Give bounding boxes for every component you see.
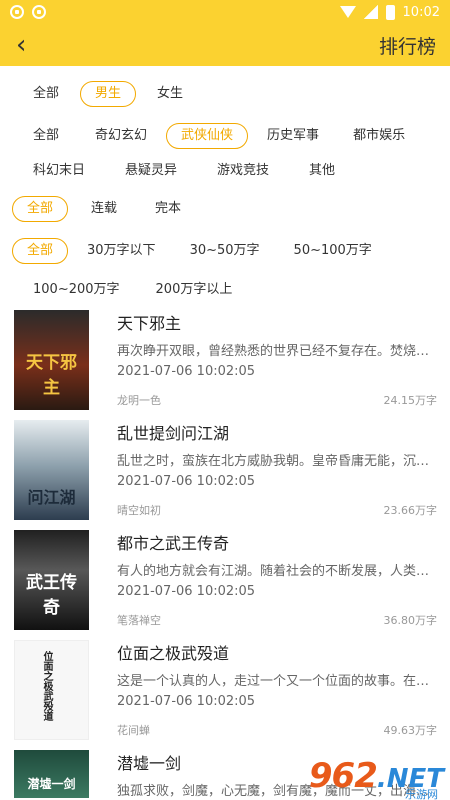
- book-update-time: 2021-07-06 10:02:05: [117, 584, 256, 599]
- book-title: 位面之极武殁道: [117, 644, 230, 663]
- book-item[interactable]: 天下邪主 天下邪主 再次睁开双眼，曾经熟悉的世界已经不复存在。焚烧一切... 2…: [0, 306, 450, 416]
- book-author: 笔落禅空: [117, 614, 161, 627]
- words-filter-row-2: 100~200万字 200万字以上: [0, 272, 450, 308]
- filter-category-scifi[interactable]: 科幻末日: [18, 158, 100, 184]
- status-bar: 10:02: [0, 0, 450, 24]
- book-title: 乱世提剑问江湖: [117, 424, 230, 443]
- filter-category-wuxia[interactable]: 武侠仙侠: [166, 123, 249, 149]
- filter-category-fantasy[interactable]: 奇幻玄幻: [80, 123, 162, 149]
- filter-words-100-200[interactable]: 100~200万字: [18, 277, 135, 303]
- book-cover: 潜墟一剑: [14, 750, 89, 798]
- book-author: 花间蝉: [117, 724, 150, 737]
- filter-words-under30[interactable]: 30万字以下: [72, 238, 171, 264]
- category-filter-row-1: 全部 奇幻玄幻 武侠仙侠 历史军事 都市娱乐: [0, 118, 450, 154]
- app-notification-icon: [32, 5, 46, 19]
- filter-panel: 全部 男生 女生 全部 奇幻玄幻 武侠仙侠 历史军事 都市娱乐 科幻末日 悬疑灵…: [0, 66, 450, 308]
- book-description: 这是一个认真的人，走过一个又一个位面的故事。在《陆...: [117, 674, 435, 688]
- status-time: 10:02: [402, 4, 440, 20]
- book-cover: 天下邪主: [14, 310, 89, 410]
- book-item[interactable]: 武王传奇 都市之武王传奇 有人的地方就会有江湖。随着社会的不断发展，人类武学..…: [0, 526, 450, 636]
- filter-gender-female[interactable]: 女生: [142, 81, 198, 107]
- filter-category-other[interactable]: 其他: [294, 158, 350, 184]
- book-list: 天下邪主 天下邪主 再次睁开双眼，曾经熟悉的世界已经不复存在。焚烧一切... 2…: [0, 306, 450, 798]
- filter-words-30-50[interactable]: 30~50万字: [175, 238, 275, 264]
- book-description: 乱世之时，蛮族在北方威胁我朝。皇帝昏庸无能，沉迷美...: [117, 454, 435, 468]
- filter-category-all[interactable]: 全部: [18, 123, 74, 149]
- book-word-count: 23.66万字: [383, 504, 438, 517]
- filter-category-history[interactable]: 历史军事: [252, 123, 334, 149]
- gender-filter-row: 全部 男生 女生: [0, 74, 450, 114]
- chevron-left-icon[interactable]: ‹: [16, 32, 26, 58]
- filter-words-50-100[interactable]: 50~100万字: [279, 238, 387, 264]
- filter-words-over200[interactable]: 200万字以上: [141, 277, 248, 303]
- filter-status-serial[interactable]: 连载: [76, 196, 132, 222]
- book-item[interactable]: 问江湖 乱世提剑问江湖 乱世之时，蛮族在北方威胁我朝。皇帝昏庸无能，沉迷美...…: [0, 416, 450, 526]
- book-word-count: 36.80万字: [383, 614, 438, 627]
- book-description: 有人的地方就会有江湖。随着社会的不断发展，人类武学...: [117, 564, 435, 578]
- filter-category-mystery[interactable]: 悬疑灵异: [110, 158, 192, 184]
- book-update-time: 2021-07-06 10:02:05: [117, 474, 256, 489]
- page-title: 排行榜: [378, 35, 436, 58]
- filter-category-urban[interactable]: 都市娱乐: [338, 123, 420, 149]
- site-watermark: 962.NET 乐游网: [308, 756, 444, 800]
- words-filter-row-1: 全部 30万字以下 30~50万字 50~100万字: [0, 230, 450, 272]
- book-update-time: 2021-07-06 10:02:05: [117, 694, 256, 709]
- wifi-icon: [339, 6, 356, 18]
- book-author: 晴空如初: [117, 504, 161, 517]
- filter-status-finished[interactable]: 完本: [140, 196, 196, 222]
- app-bar: ‹ 排行榜: [0, 24, 450, 66]
- signal-icon: [363, 5, 378, 19]
- filter-status-all[interactable]: 全部: [12, 196, 69, 222]
- app-notification-icon: [10, 5, 24, 19]
- status-filter-row: 全部 连载 完本: [0, 188, 450, 230]
- book-cover: 问江湖: [14, 420, 89, 520]
- book-description: 再次睁开双眼，曾经熟悉的世界已经不复存在。焚烧一切...: [117, 344, 435, 358]
- book-update-time: 2021-07-06 10:02:05: [117, 364, 256, 379]
- book-cover: 武王传奇: [14, 530, 89, 630]
- book-title: 天下邪主: [117, 314, 182, 333]
- book-item[interactable]: 位面之极武殁道 位面之极武殁道 这是一个认真的人，走过一个又一个位面的故事。在《…: [0, 636, 450, 746]
- filter-gender-all[interactable]: 全部: [18, 81, 74, 107]
- book-author: 龙明一色: [117, 394, 161, 407]
- book-cover: 位面之极武殁道: [14, 640, 89, 740]
- filter-gender-male[interactable]: 男生: [80, 81, 137, 107]
- book-word-count: 49.63万字: [383, 724, 438, 737]
- category-filter-row-2: 科幻末日 悬疑灵异 游戏竞技 其他: [0, 154, 450, 188]
- filter-words-all[interactable]: 全部: [12, 238, 69, 264]
- book-title: 都市之武王传奇: [117, 534, 230, 553]
- filter-category-gaming[interactable]: 游戏竞技: [202, 158, 284, 184]
- battery-icon: [385, 4, 395, 20]
- book-word-count: 24.15万字: [383, 394, 438, 407]
